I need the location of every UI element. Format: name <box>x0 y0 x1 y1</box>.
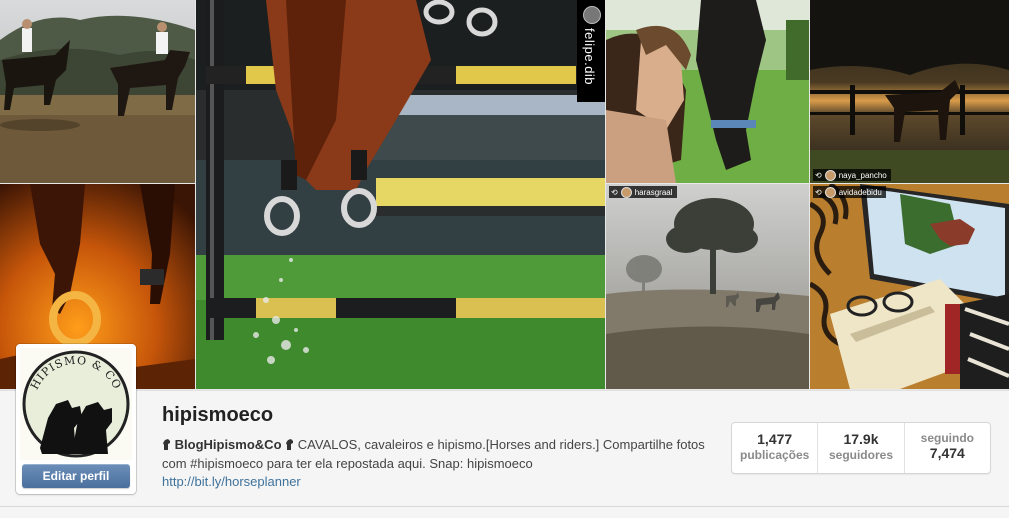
profile-website-link[interactable]: http://bit.ly/horseplanner <box>162 474 301 489</box>
stat-following-count: 7,474 <box>929 445 965 461</box>
divider <box>0 506 1009 507</box>
photo-laptop-planner[interactable]: ⟲ avidadebidu <box>810 184 1009 389</box>
profile-cover-mosaic: felipe.dib ⟲ naya_pancho ⟲ harasgraal ⟲ … <box>0 0 1009 390</box>
photo-showjumping-hooves[interactable]: felipe.dib <box>196 0 605 389</box>
repost-icon: ⟲ <box>815 187 822 197</box>
photographer-tag: felipe.dib <box>577 0 605 102</box>
horse-head-icon <box>163 439 170 450</box>
photo-sunset-paddock[interactable]: ⟲ naya_pancho <box>810 0 1009 183</box>
edit-profile-button[interactable]: Editar perfil <box>22 464 130 488</box>
photo-woman-kissing-horse[interactable] <box>606 0 809 183</box>
profile-avatar-card: HIPISMO & CO Editar perfil <box>16 344 136 494</box>
repost-username: avidadebidu <box>838 187 882 197</box>
stat-followers[interactable]: 17.9k seguidores <box>818 423 905 473</box>
photographer-avatar <box>583 6 601 24</box>
horse-head-icon <box>286 439 294 450</box>
stat-posts-count: 1,477 <box>757 431 793 447</box>
repost-username: harasgraal <box>634 187 673 197</box>
repost-icon: ⟲ <box>611 187 618 197</box>
repost-avatar <box>824 169 836 181</box>
repost-avatar <box>824 186 836 198</box>
photo-misty-field[interactable]: ⟲ harasgraal <box>606 184 809 389</box>
stat-posts-label: publicações <box>739 448 810 462</box>
repost-tag: ⟲ harasgraal <box>609 186 677 198</box>
photographer-name: felipe.dib <box>582 28 597 86</box>
stat-following[interactable]: seguindo 7,474 <box>905 423 990 473</box>
bio-title: BlogHipismo&Co <box>174 437 282 452</box>
profile-bio: BlogHipismo&Co CAVALOS, cavaleiros e hip… <box>162 435 722 473</box>
repost-tag: ⟲ naya_pancho <box>813 169 891 181</box>
repost-avatar <box>620 186 632 198</box>
stat-following-label: seguindo <box>920 431 974 445</box>
repost-icon: ⟲ <box>815 170 822 180</box>
profile-stats: 1,477 publicações 17.9k seguidores segui… <box>731 422 991 474</box>
profile-username: hipismoeco <box>162 404 274 426</box>
stat-followers-label: seguidores <box>828 448 893 462</box>
stat-posts[interactable]: 1,477 publicações <box>732 423 819 473</box>
stat-followers-count: 17.9k <box>843 431 879 447</box>
repost-username: naya_pancho <box>838 170 887 180</box>
avatar[interactable]: HIPISMO & CO <box>20 348 132 460</box>
photo-riders-hillside[interactable] <box>0 0 195 183</box>
repost-tag: ⟲ avidadebidu <box>813 186 886 198</box>
